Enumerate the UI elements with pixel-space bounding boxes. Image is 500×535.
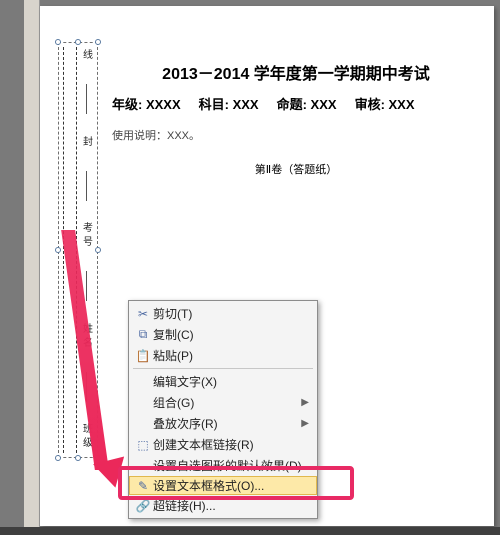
format-icon: ✎ — [133, 479, 153, 493]
menu-separator — [133, 368, 313, 369]
context-menu[interactable]: ✂ 剪切(T) ⧉ 复制(C) 📋 粘贴(P) 编辑文字(X) 组合(G) ▶ … — [128, 300, 318, 519]
subject-field: 科目: XXX — [199, 94, 259, 113]
resize-handle[interactable] — [95, 247, 101, 253]
menu-label: 组合(G) — [153, 394, 301, 411]
status-bar — [0, 527, 500, 535]
menu-create-textbox-link[interactable]: ⬚ 创建文本框链接(R) — [129, 434, 317, 455]
grade-field: 年级: XXXX — [112, 94, 181, 113]
menu-label: 复制(C) — [153, 326, 309, 343]
usage-note: 使用说明：XXX。 — [112, 127, 480, 143]
link-icon: ⬚ — [133, 438, 153, 452]
seal-divider — [86, 84, 87, 114]
menu-label: 设置自选图形的默认效果(D) — [153, 457, 309, 474]
menu-hyperlink[interactable]: 🔗 超链接(H)... — [129, 495, 317, 516]
submenu-arrow-icon: ▶ — [301, 397, 309, 408]
resize-handle[interactable] — [55, 247, 61, 253]
author-field: 命题: XXX — [277, 94, 337, 113]
seal-divider — [86, 171, 87, 201]
menu-label: 设置文本框格式(O)... — [153, 477, 309, 494]
menu-edit-text[interactable]: 编辑文字(X) — [129, 371, 317, 392]
menu-label: 叠放次序(R) — [153, 415, 301, 432]
paste-icon: 📋 — [133, 349, 153, 363]
resize-handle[interactable] — [55, 39, 61, 45]
copy-icon: ⧉ — [133, 327, 153, 342]
menu-cut[interactable]: ✂ 剪切(T) — [129, 303, 317, 324]
menu-label: 粘贴(P) — [153, 347, 309, 364]
vertical-ruler — [24, 0, 40, 535]
menu-label: 创建文本框链接(R) — [153, 436, 309, 453]
app-viewport: 线 封 考号 姓名 班级 2013－2014 学年度第一学期期中考试 年级: X… — [0, 0, 500, 535]
menu-label: 剪切(T) — [153, 305, 309, 322]
resize-handle[interactable] — [75, 39, 81, 45]
document-body: 2013－2014 学年度第一学期期中考试 年级: XXXX 科目: XXX 命… — [112, 46, 480, 177]
hyperlink-icon: 🔗 — [133, 499, 153, 513]
menu-copy[interactable]: ⧉ 复制(C) — [129, 324, 317, 345]
seal-label: 封 — [79, 136, 94, 150]
menu-label: 超链接(H)... — [153, 497, 309, 514]
menu-group[interactable]: 组合(G) ▶ — [129, 392, 317, 413]
menu-label: 编辑文字(X) — [153, 373, 309, 390]
exam-info-row: 年级: XXXX 科目: XXX 命题: XXX 审核: XXX — [112, 94, 480, 113]
menu-paste[interactable]: 📋 粘贴(P) — [129, 345, 317, 366]
menu-format-textbox[interactable]: ✎ 设置文本框格式(O)... — [129, 476, 317, 495]
menu-set-default-shape[interactable]: 设置自选图形的默认效果(D) — [129, 455, 317, 476]
resize-handle[interactable] — [75, 455, 81, 461]
review-field: 审核: XXX — [355, 94, 415, 113]
resize-handle[interactable] — [55, 455, 61, 461]
seal-divider — [86, 271, 87, 301]
scissors-icon: ✂ — [133, 307, 153, 321]
section-header: 第Ⅱ卷（答题纸） — [112, 161, 480, 177]
seal-label: 考号 — [79, 222, 94, 250]
resize-handle[interactable] — [95, 39, 101, 45]
exam-title: 2013－2014 学年度第一学期期中考试 — [112, 60, 480, 84]
menu-order[interactable]: 叠放次序(R) ▶ — [129, 413, 317, 434]
submenu-arrow-icon: ▶ — [301, 418, 309, 429]
seal-label: 线 — [79, 49, 94, 63]
